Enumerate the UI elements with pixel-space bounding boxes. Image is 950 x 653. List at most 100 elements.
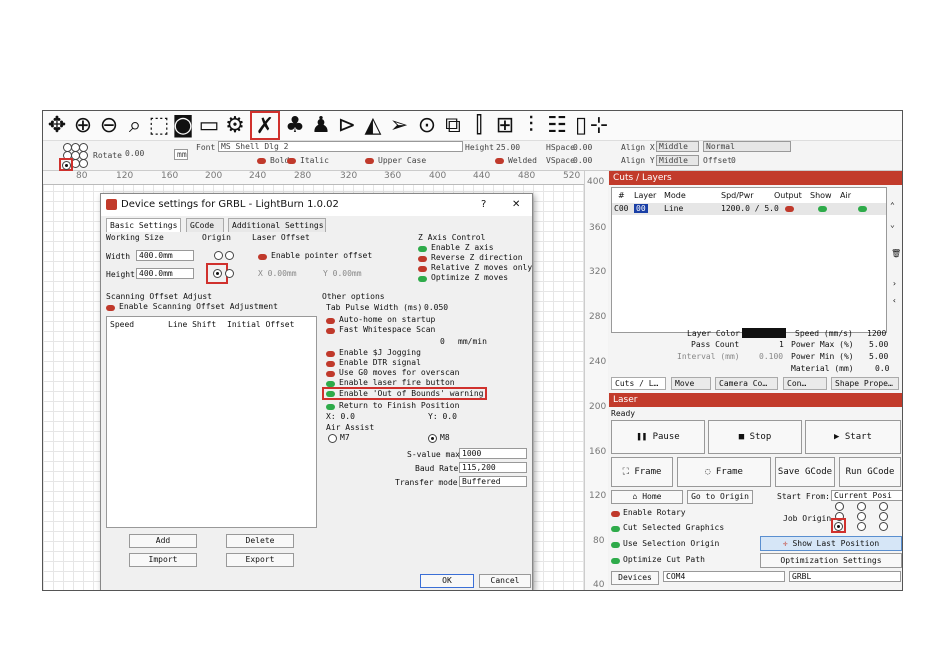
origin-top-left[interactable] xyxy=(214,251,223,260)
italic-toggle[interactable]: Italic xyxy=(300,156,329,165)
height-value[interactable]: 25.00 xyxy=(496,143,520,152)
mirror-icon[interactable]: ◭ xyxy=(361,112,385,139)
auto-home-toggle[interactable]: Auto-home on startup xyxy=(339,315,435,324)
interval-value[interactable]: 0.100 xyxy=(759,352,783,361)
z-enable-toggle[interactable]: Enable Z axis xyxy=(431,243,494,252)
cancel-button[interactable]: Cancel xyxy=(479,574,531,588)
arrange-icon[interactable]: ⊞ xyxy=(493,112,517,139)
tab-gcode[interactable]: GCode xyxy=(186,218,224,232)
job-origin-selected-highlight[interactable] xyxy=(831,518,846,533)
frame-button-2[interactable]: ◌ Frame xyxy=(677,457,771,487)
start-button[interactable]: ▶ Start xyxy=(805,420,901,454)
optimization-settings-button[interactable]: Optimization Settings xyxy=(760,553,902,568)
add-button[interactable]: Add xyxy=(129,534,197,548)
dock-icon[interactable]: ☷ xyxy=(545,112,569,139)
layer-row[interactable]: C00 00 Line 1200.0 / 5.0 xyxy=(612,203,886,215)
speed-value[interactable]: 1200 xyxy=(867,329,886,338)
whitespace-value[interactable]: 0 xyxy=(440,337,445,346)
port-select[interactable]: COM4 xyxy=(663,571,785,582)
tab-camera-control[interactable]: Camera Co… xyxy=(715,377,778,390)
close-icon[interactable]: ✕ xyxy=(512,194,520,216)
zoom-in-icon[interactable]: ⊕ xyxy=(71,112,95,139)
s-value-input[interactable]: 1000 xyxy=(459,448,527,459)
height-input[interactable]: 400.0mm xyxy=(136,268,194,279)
target-icon[interactable]: ⊙ xyxy=(415,112,439,139)
device-settings-icon[interactable]: ✗ xyxy=(250,111,280,140)
normal-select[interactable]: Normal xyxy=(703,141,791,152)
finish-x-input[interactable]: X: 0.0 xyxy=(326,412,355,421)
width-input[interactable]: 400.0mm xyxy=(136,250,194,261)
tab-shape-properties[interactable]: Shape Prope… xyxy=(831,377,899,390)
transfer-select[interactable]: Buffered xyxy=(459,476,527,487)
use-selection-origin-toggle[interactable]: Use Selection Origin xyxy=(623,539,719,548)
welded-toggle[interactable]: Welded xyxy=(508,156,537,165)
unit-button[interactable]: mm xyxy=(174,149,188,160)
run-gcode-button[interactable]: Run GCode xyxy=(839,457,901,487)
return-finish-toggle[interactable]: Return to Finish Position xyxy=(339,401,459,410)
tab-cuts-layers[interactable]: Cuts / L… xyxy=(611,377,666,390)
z-reverse-toggle[interactable]: Reverse Z direction xyxy=(431,253,523,262)
origin-select-highlight[interactable] xyxy=(59,158,73,171)
ok-button[interactable]: OK xyxy=(420,574,474,588)
pass-count-value[interactable]: 1 xyxy=(779,340,784,349)
enable-rotary-toggle[interactable]: Enable Rotary xyxy=(623,508,686,517)
laser-fire-toggle[interactable]: Enable laser fire button xyxy=(339,378,455,387)
align-x-select[interactable]: Middle xyxy=(656,141,699,152)
zoom-out-icon[interactable]: ⊖ xyxy=(97,112,121,139)
x-offset-input[interactable]: X 0.00mm xyxy=(258,269,297,278)
out-of-bounds-toggle[interactable]: Enable 'Out of Bounds' warning xyxy=(339,389,484,398)
align-icon[interactable]: ⊳ xyxy=(335,112,359,139)
help-button[interactable]: ? xyxy=(481,194,486,216)
baud-select[interactable]: 115,200 xyxy=(459,462,527,473)
origin-bottom-right[interactable] xyxy=(225,269,234,278)
cut-selected-toggle[interactable]: Cut Selected Graphics xyxy=(623,523,724,532)
layer-color-swatch[interactable]: 00 xyxy=(634,204,648,213)
finish-y-input[interactable]: Y: 0.0 xyxy=(428,412,457,421)
go-to-origin-button[interactable]: Go to Origin xyxy=(687,490,753,504)
scan-offset-table[interactable]: Speed Line Shift Initial Offset xyxy=(106,316,317,528)
upper-case-toggle[interactable]: Upper Case xyxy=(378,156,426,165)
machine-icon[interactable]: ♣ xyxy=(283,112,307,139)
camera-icon[interactable]: ◙ xyxy=(171,112,195,139)
vspace-value[interactable]: 0.00 xyxy=(573,156,592,165)
collapse-left-icon[interactable]: ‹ xyxy=(892,296,897,305)
row-spd-pwr[interactable]: 1200.0 / 5.0 xyxy=(721,204,779,213)
move-icon[interactable]: ✥ xyxy=(45,112,69,139)
start-from-select[interactable]: Current Posi xyxy=(831,490,902,501)
user-icon[interactable]: ♟ xyxy=(309,112,333,139)
home-button[interactable]: ⌂ Home xyxy=(611,490,683,504)
tab-console[interactable]: Con… xyxy=(783,377,827,390)
show-last-position-button[interactable]: ✛ Show Last Position xyxy=(760,536,902,551)
pause-button[interactable]: ❚❚ Pause xyxy=(611,420,705,454)
export-button[interactable]: Export xyxy=(226,553,294,567)
hspace-value[interactable]: 0.00 xyxy=(573,143,592,152)
enable-pointer-offset-toggle[interactable]: Enable pointer offset xyxy=(271,251,372,260)
power-min-value[interactable]: 5.00 xyxy=(869,352,888,361)
distribute-icon[interactable]: ⫿ xyxy=(467,112,491,139)
tab-basic-settings[interactable]: Basic Settings xyxy=(106,218,181,232)
z-relative-toggle[interactable]: Relative Z moves only xyxy=(431,263,532,272)
space-icon[interactable]: ⫶ xyxy=(519,112,543,139)
y-offset-input[interactable]: Y 0.00mm xyxy=(323,269,362,278)
group-icon[interactable]: ⧉ xyxy=(441,112,465,139)
save-gcode-button[interactable]: Save GCode xyxy=(775,457,835,487)
move-up-icon[interactable]: ⌃ xyxy=(890,201,895,210)
stop-button[interactable]: ■ Stop xyxy=(708,420,802,454)
enable-scan-offset-toggle[interactable]: Enable Scanning Offset Adjustment xyxy=(119,302,278,311)
import-button[interactable]: Import xyxy=(129,553,197,567)
monitor-icon[interactable]: ▭ xyxy=(197,112,221,139)
zoom-fit-icon[interactable]: ⌕ xyxy=(123,112,147,139)
align-y-select[interactable]: Middle xyxy=(656,155,699,166)
delete-button[interactable]: Delete xyxy=(226,534,294,548)
trash-icon[interactable]: 🗑 xyxy=(891,249,901,258)
power-max-value[interactable]: 5.00 xyxy=(869,340,888,349)
out-of-bounds-highlight[interactable]: Enable 'Out of Bounds' warning xyxy=(322,387,487,400)
rotate-input[interactable]: 0.00 xyxy=(123,149,171,160)
tab-pulse-value[interactable]: 0.050 xyxy=(424,303,448,312)
g0-overscan-toggle[interactable]: Use G0 moves for overscan xyxy=(339,368,459,377)
devices-button[interactable]: Devices xyxy=(611,571,659,585)
layers-table[interactable]: # Layer Mode Spd/Pwr Output Show Air C00… xyxy=(611,187,887,333)
layer-color-box[interactable] xyxy=(742,328,786,338)
origin-top-right[interactable] xyxy=(225,251,234,260)
device-select[interactable]: GRBL xyxy=(789,571,901,582)
